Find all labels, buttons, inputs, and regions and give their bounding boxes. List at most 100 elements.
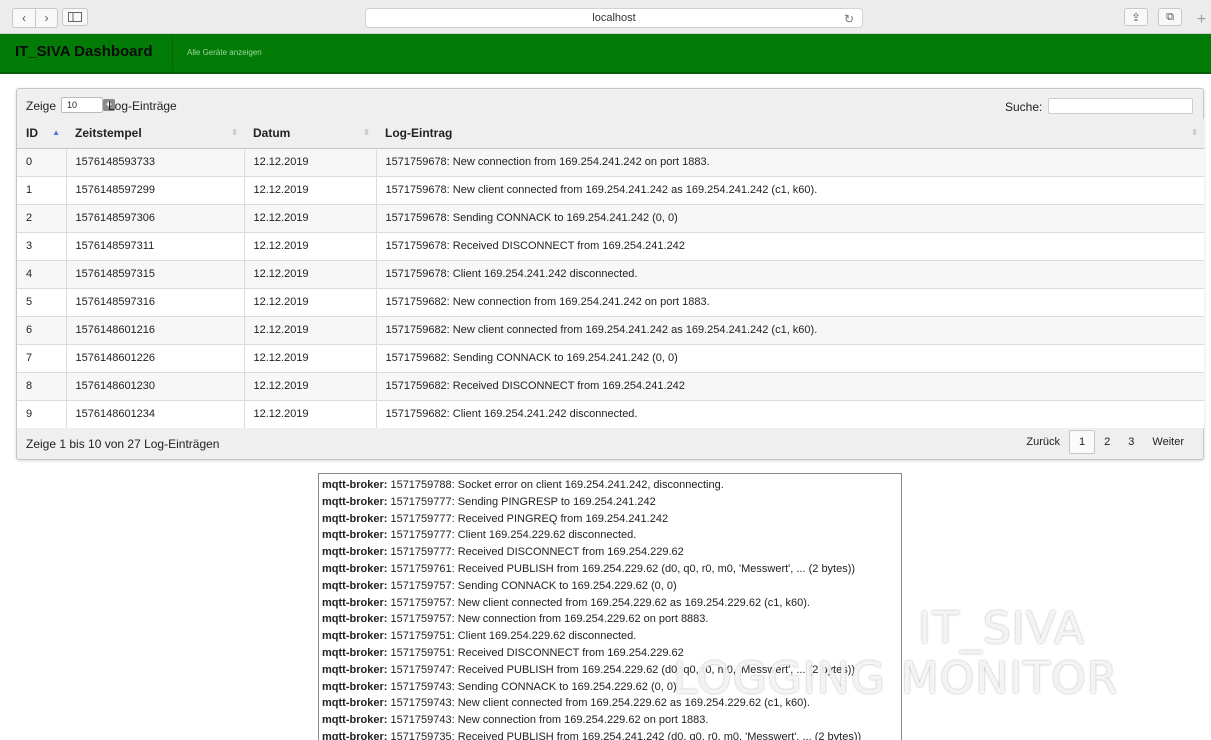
table-row: 9 1576148601234 12.12.2019 1571759682: Clie…	[17, 399, 1204, 428]
console-source: mqtt-broker:	[322, 596, 388, 609]
console-message: 1571759777: Received PINGREQ from 169.25…	[390, 512, 669, 525]
page-button-3[interactable]: 3	[1119, 436, 1143, 448]
table-row: 1 1576148597299 12.12.2019 1571759678: New …	[17, 175, 1204, 204]
console-message: 1571759777: Sending PINGRESP to 169.254.…	[390, 495, 656, 508]
brand-title[interactable]: IT_SIVA Dashboard	[15, 43, 153, 60]
cell-date: 12.12.2019	[243, 147, 376, 176]
console-source: mqtt-broker:	[322, 730, 388, 740]
page-size-label: Zeige	[26, 99, 57, 113]
column-header-timestamp[interactable]: Zeitstempel ⬍	[66, 119, 244, 149]
console-source: mqtt-broker:	[322, 613, 388, 626]
share-button[interactable]: ⇪	[1124, 8, 1148, 26]
app-navbar: IT_SIVA Dashboard Alle Geräte anzeigen	[0, 34, 1211, 74]
page-size-value: 10	[67, 100, 78, 110]
console-line: mqtt-broker: 1571759743: New connection …	[322, 712, 898, 729]
cell-date: 12.12.2019	[243, 287, 376, 316]
console-line: mqtt-broker: 1571759777: Received DISCON…	[322, 544, 898, 561]
tabs-icon: ⧉	[1166, 10, 1174, 23]
cell-id: 1	[17, 175, 66, 204]
chevron-right-icon: ›	[44, 11, 49, 25]
cell-timestamp: 1576148597316	[65, 287, 244, 316]
log-table-panel: Zeige 10 ◆ Log-Einträge Suche: ID ▲ Zeits…	[16, 88, 1204, 460]
search-input[interactable]	[1048, 98, 1193, 114]
browser-toolbar: ‹ › localhost ↻ ⇪ ⧉ +	[0, 0, 1211, 34]
cell-log-entry: 1571759682: Sending CONNACK to 169.254.2…	[375, 343, 1204, 372]
sort-icon: ⬍	[1191, 128, 1198, 137]
console-source: mqtt-broker:	[322, 562, 388, 575]
console-line: mqtt-broker: 1571759757: New client conn…	[322, 595, 898, 612]
console-line: mqtt-broker: 1571759751: Client 169.254.…	[322, 628, 898, 645]
cell-date: 12.12.2019	[243, 231, 376, 260]
cell-date: 12.12.2019	[243, 175, 376, 204]
cell-log-entry: 1571759682: Client 169.254.241.242 disco…	[375, 399, 1204, 428]
cell-log-entry: 1571759682: New connection from 169.254.…	[375, 287, 1204, 316]
console-message: 1571759757: Sending CONNACK to 169.254.2…	[390, 579, 677, 592]
page-size-select[interactable]: 10 ◆	[61, 97, 115, 113]
all-devices-link[interactable]: Alle Geräte anzeigen	[187, 48, 262, 57]
pagination: Zurück 1 2 3 Weiter	[1017, 430, 1193, 454]
cell-log-entry: 1571759678: New connection from 169.254.…	[375, 147, 1204, 176]
console-message: 1571759735: Received PUBLISH from 169.25…	[390, 730, 862, 740]
console-source: mqtt-broker:	[322, 546, 388, 559]
cell-date: 12.12.2019	[243, 315, 376, 344]
console-source: mqtt-broker:	[322, 512, 388, 525]
console-message: 1571759757: New connection from 169.254.…	[390, 613, 709, 626]
table-row: 6 1576148601216 12.12.2019 1571759682: New …	[17, 315, 1204, 344]
cell-log-entry: 1571759678: Client 169.254.241.242 disco…	[375, 259, 1204, 288]
sidebar-toggle-button[interactable]	[62, 8, 88, 26]
cell-id: 8	[17, 371, 66, 400]
cell-log-entry: 1571759682: Received DISCONNECT from 169…	[375, 371, 1204, 400]
page-button-2[interactable]: 2	[1095, 436, 1119, 448]
console-message: 1571759751: Client 169.254.229.62 discon…	[390, 630, 637, 643]
console-line: mqtt-broker: 1571759761: Received PUBLIS…	[322, 561, 898, 578]
cell-id: 9	[17, 399, 66, 428]
console-message: 1571759777: Received DISCONNECT from 169…	[390, 546, 684, 559]
console-source: mqtt-broker:	[322, 697, 388, 710]
cell-log-entry: 1571759678: Sending CONNACK to 169.254.2…	[375, 203, 1204, 232]
console-source: mqtt-broker:	[322, 663, 388, 676]
console-line: mqtt-broker: 1571759777: Received PINGRE…	[322, 511, 898, 528]
cell-log-entry: 1571759682: New client connected from 16…	[375, 315, 1204, 344]
page-button-1[interactable]: 1	[1069, 430, 1096, 454]
table-row: 0 1576148593733 12.12.2019 1571759678: New …	[17, 147, 1204, 176]
sort-icon: ⬍	[363, 128, 370, 137]
column-header-date[interactable]: Datum ⬍	[244, 119, 376, 149]
reload-icon[interactable]: ↻	[844, 10, 854, 28]
table-row: 2 1576148597306 12.12.2019 1571759678: Send…	[17, 203, 1204, 232]
cell-id: 0	[17, 147, 66, 176]
console-message: 1571759751: Received DISCONNECT from 169…	[390, 646, 684, 659]
plus-icon: +	[1196, 11, 1207, 28]
cell-id: 3	[17, 231, 66, 260]
table-row: 4 1576148597315 12.12.2019 1571759678: Clie…	[17, 259, 1204, 288]
console-source: mqtt-broker:	[322, 714, 388, 727]
forward-button[interactable]: ›	[35, 9, 57, 27]
console-line: mqtt-broker: 1571759777: Client 169.254.…	[322, 527, 898, 544]
address-bar[interactable]: localhost ↻	[365, 8, 863, 28]
table-info: Zeige 1 bis 10 von 27 Log-Einträgen	[26, 437, 220, 451]
cell-id: 2	[17, 203, 66, 232]
share-icon: ⇪	[1131, 11, 1141, 24]
console-source: mqtt-broker:	[322, 646, 388, 659]
column-header-id[interactable]: ID ▲	[17, 119, 66, 149]
cell-date: 12.12.2019	[243, 203, 376, 232]
console-line: mqtt-broker: 1571759788: Socket error on…	[322, 477, 898, 494]
next-page-button[interactable]: Weiter	[1143, 436, 1193, 448]
prev-page-button[interactable]: Zurück	[1017, 436, 1069, 448]
table-row: 7 1576148601226 12.12.2019 1571759682: Send…	[17, 343, 1204, 372]
table-controls: Zeige 10 ◆ Log-Einträge Suche:	[17, 89, 1203, 117]
tabs-overview-button[interactable]: ⧉	[1158, 8, 1182, 26]
new-tab-button[interactable]: +	[1192, 10, 1211, 30]
column-header-log-entry[interactable]: Log-Eintrag ⬍	[376, 119, 1204, 149]
console-line: mqtt-broker: 1571759757: Sending CONNACK…	[322, 578, 898, 595]
cell-log-entry: 1571759678: New client connected from 16…	[375, 175, 1204, 204]
log-table: ID ▲ Zeitstempel ⬍ Datum ⬍ Log-Eintrag ⬍ 0 15…	[17, 119, 1204, 428]
console-source: mqtt-broker:	[322, 495, 388, 508]
cell-id: 4	[17, 259, 66, 288]
sort-icon: ⬍	[231, 128, 238, 137]
cell-timestamp: 1576148601216	[65, 315, 244, 344]
cell-timestamp: 1576148593733	[65, 147, 244, 176]
search-label: Suche:	[1005, 100, 1043, 114]
table-header-row: ID ▲ Zeitstempel ⬍ Datum ⬍ Log-Eintrag ⬍	[17, 119, 1204, 149]
console-message: 1571759761: Received PUBLISH from 169.25…	[390, 562, 856, 575]
back-button[interactable]: ‹	[13, 9, 35, 27]
